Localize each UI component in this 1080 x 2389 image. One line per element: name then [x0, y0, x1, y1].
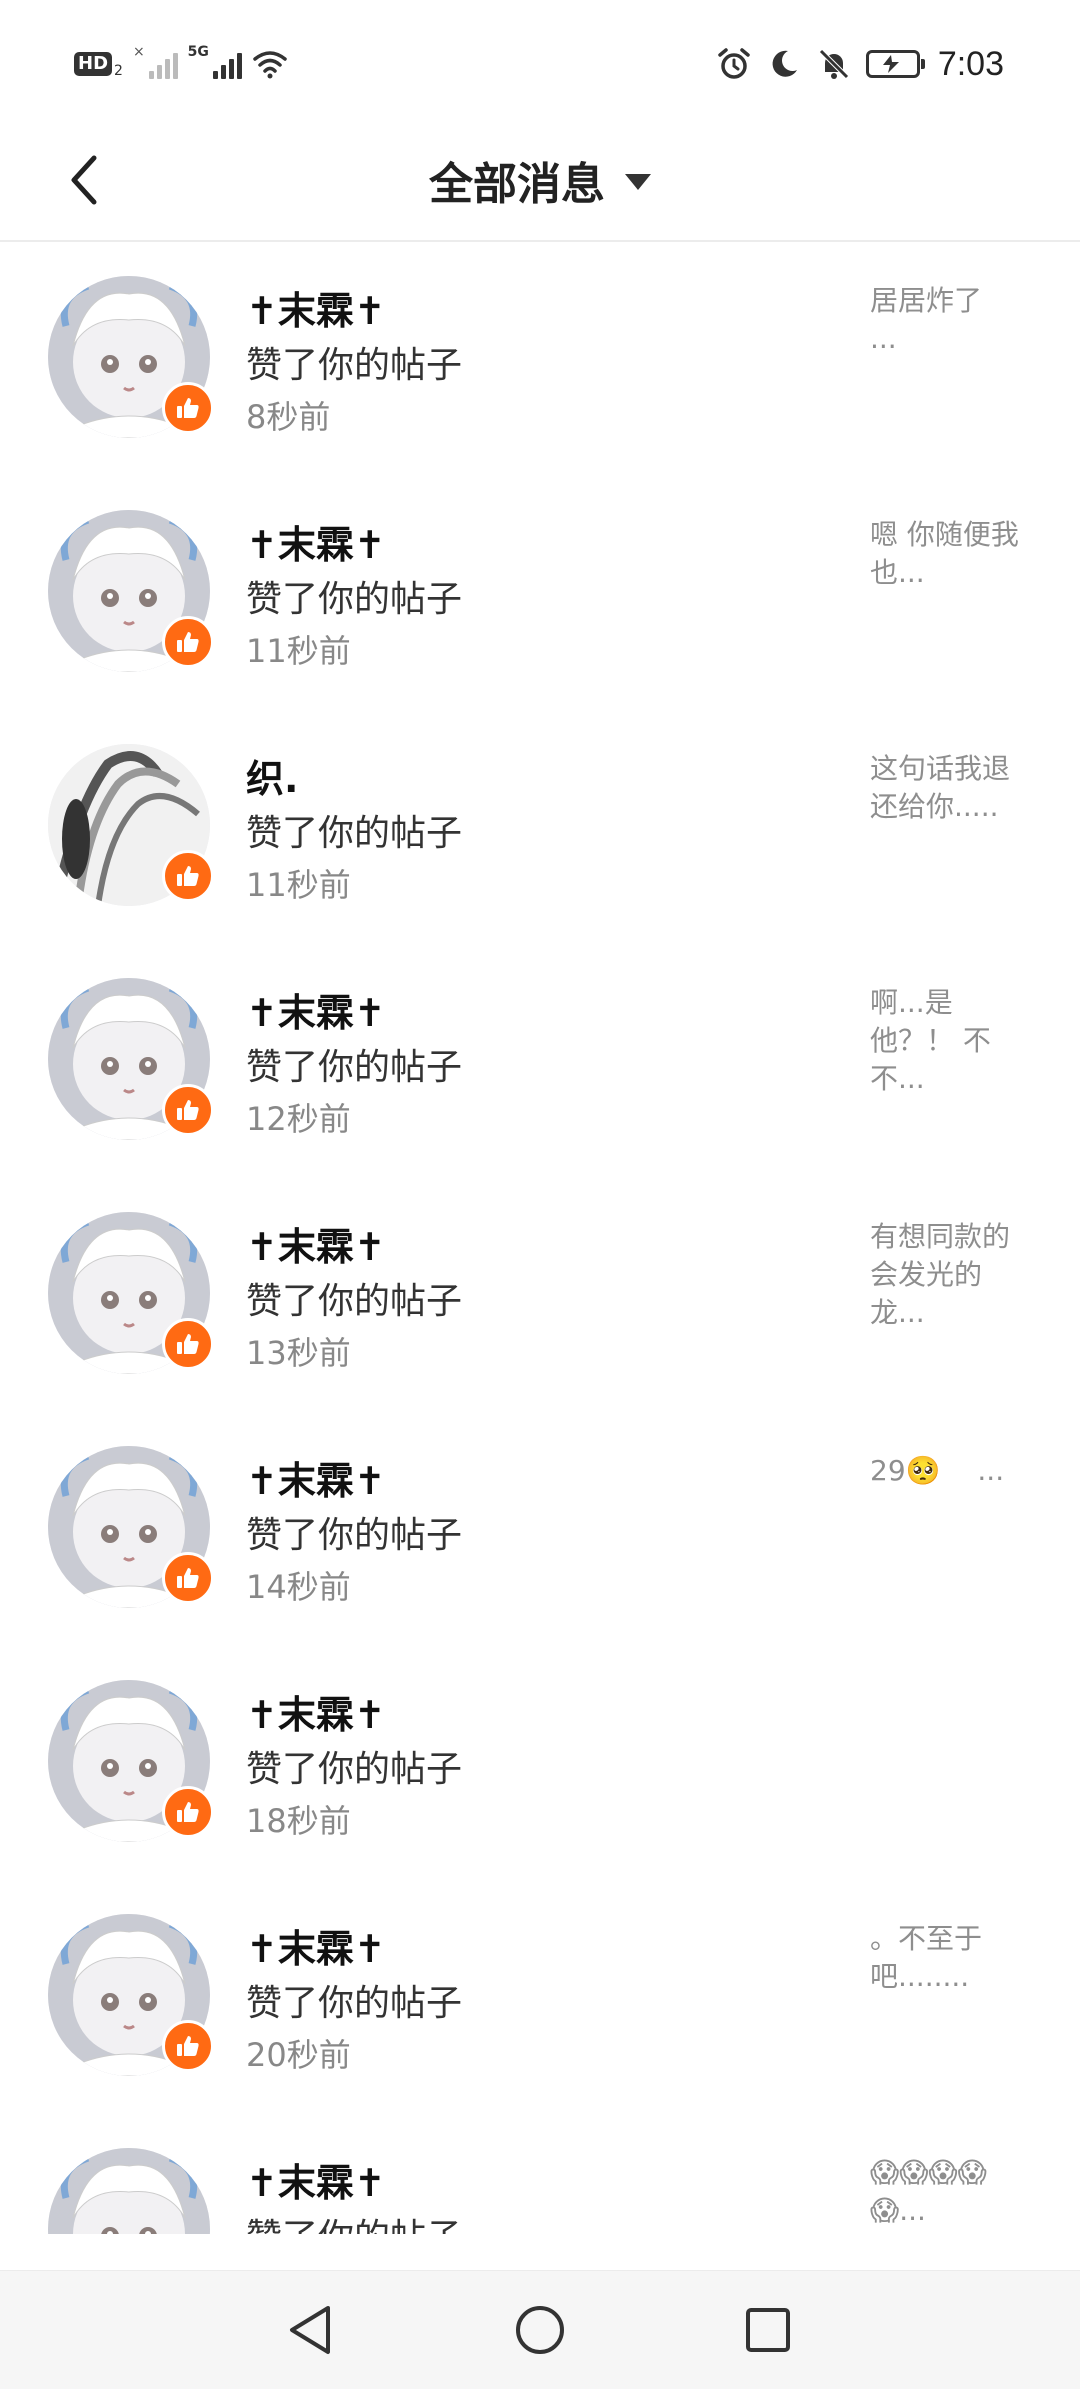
- alarm-icon: [718, 48, 750, 79]
- notification-item[interactable]: ✝末霖✝ 赞了你的帖子 18秒前: [0, 1646, 1080, 1880]
- action-text: 赞了你的帖子: [246, 345, 463, 386]
- post-preview[interactable]: 嗯 你随便我也...: [870, 516, 1036, 592]
- notification-list[interactable]: ✝末霖✝ 赞了你的帖子 8秒前 居居炸了 ... ✝末霖✝ 赞了你的帖子 11秒…: [0, 242, 1080, 2234]
- notification-item[interactable]: ✝末霖✝ 赞了你的帖子 13秒前 有想同款的会发光的龙...: [0, 1178, 1080, 1412]
- like-badge: [162, 1318, 214, 1370]
- timestamp: 14秒前: [246, 1568, 351, 1606]
- avatar-container[interactable]: [48, 276, 214, 438]
- avatar-container[interactable]: [48, 744, 214, 906]
- action-text: 赞了你的帖子: [246, 813, 463, 854]
- action-text: 赞了你的帖子: [246, 1047, 463, 1088]
- avatar-container[interactable]: [48, 978, 214, 1140]
- like-badge: [162, 850, 214, 902]
- notification-item[interactable]: ✝末霖✝ 赞了你的帖子 20秒前 。不至于吧........: [0, 1880, 1080, 2114]
- action-text: 赞了你的帖子: [246, 1983, 463, 2024]
- timestamp: 20秒前: [246, 2036, 351, 2074]
- user-name[interactable]: ✝末霖✝: [246, 1684, 386, 1739]
- action-text: 赞了你的帖子: [246, 2208, 462, 2234]
- nav-home-icon: [516, 2306, 564, 2354]
- notification-item[interactable]: ✝末霖✝ 赞了你的帖子 😱😱😱😱😱...: [0, 2114, 1080, 2234]
- like-badge: [162, 382, 214, 434]
- status-left: HD 2 × 5G: [74, 44, 288, 84]
- user-name[interactable]: ✝末霖✝: [246, 1450, 386, 1505]
- status-time: 7:03: [937, 44, 1004, 83]
- user-name[interactable]: 织.: [246, 748, 298, 803]
- like-badge: [162, 616, 214, 668]
- like-badge: [162, 2020, 214, 2072]
- timestamp: 13秒前: [246, 1334, 351, 1372]
- user-name[interactable]: ✝末霖✝: [246, 1918, 386, 1973]
- action-text: 赞了你的帖子: [246, 579, 463, 620]
- action-text: 赞了你的帖子: [246, 1281, 463, 1322]
- nav-home-button[interactable]: [500, 2293, 580, 2367]
- thumbs-up-icon: [177, 632, 199, 652]
- system-nav-bar: [0, 2270, 1080, 2389]
- avatar-container[interactable]: [48, 1212, 214, 1374]
- user-name[interactable]: ✝末霖✝: [246, 514, 386, 569]
- thumbs-up-icon: [177, 1568, 199, 1588]
- avatar-container[interactable]: [48, 2148, 210, 2234]
- nav-back-button[interactable]: [270, 2293, 350, 2367]
- post-preview[interactable]: 啊...是他？！ 不不...: [870, 984, 1036, 1098]
- post-preview[interactable]: 。不至于吧........: [870, 1920, 1036, 1996]
- post-preview[interactable]: 居居炸了 ...: [870, 282, 1036, 358]
- signal-5g-icon: [212, 49, 242, 79]
- notification-item[interactable]: 织. 赞了你的帖子 11秒前 这句话我退还给你.....: [0, 710, 1080, 944]
- notification-item[interactable]: ✝末霖✝ 赞了你的帖子 14秒前 29🥺 ...: [0, 1412, 1080, 1646]
- timestamp: 11秒前: [246, 866, 351, 904]
- avatar-container[interactable]: [48, 1680, 214, 1842]
- status-right: 7:03: [716, 44, 1004, 84]
- user-name[interactable]: ✝末霖✝: [246, 982, 386, 1037]
- page-title: 全部消息: [429, 159, 605, 210]
- caret-down-icon: [625, 174, 651, 190]
- timestamp: 12秒前: [246, 1100, 351, 1138]
- status-bar: HD 2 × 5G 7:03: [0, 0, 1080, 120]
- moon-icon: [772, 50, 797, 77]
- avatar-container[interactable]: [48, 1446, 214, 1608]
- notification-item[interactable]: ✝末霖✝ 赞了你的帖子 8秒前 居居炸了 ...: [0, 242, 1080, 476]
- avatar-container[interactable]: [48, 510, 214, 672]
- thumbs-up-icon: [177, 1334, 199, 1354]
- no-signal-mark: ×: [132, 44, 145, 60]
- battery-charging-icon: [865, 50, 925, 78]
- hd-sub-label: 2: [114, 63, 123, 79]
- post-preview[interactable]: 😱😱😱😱😱...: [870, 2154, 1036, 2230]
- notification-item[interactable]: ✝末霖✝ 赞了你的帖子 12秒前 啊...是他？！ 不不...: [0, 944, 1080, 1178]
- thumbs-up-icon: [177, 866, 199, 886]
- like-badge: [162, 1084, 214, 1136]
- user-name[interactable]: ✝末霖✝: [246, 2152, 386, 2207]
- notification-item[interactable]: ✝末霖✝ 赞了你的帖子 11秒前 嗯 你随便我也...: [0, 476, 1080, 710]
- avatar: [48, 2148, 210, 2234]
- nav-recents-icon: [746, 2308, 790, 2352]
- post-preview[interactable]: 29🥺 ...: [870, 1452, 1036, 1490]
- timestamp: 11秒前: [246, 632, 351, 670]
- bell-off-icon: [819, 49, 849, 79]
- like-badge: [162, 1552, 214, 1604]
- timestamp: 8秒前: [246, 398, 331, 436]
- thumbs-up-icon: [177, 1802, 199, 1822]
- thumbs-up-icon: [177, 2036, 199, 2056]
- network-label: 5G: [187, 44, 209, 60]
- wifi-icon: [253, 51, 287, 79]
- user-name[interactable]: ✝末霖✝: [246, 1216, 386, 1271]
- user-name[interactable]: ✝末霖✝: [246, 280, 386, 335]
- like-badge: [162, 1786, 214, 1838]
- post-preview[interactable]: 有想同款的会发光的龙...: [870, 1218, 1036, 1332]
- thumbs-up-icon: [177, 1100, 199, 1120]
- hd-icon: HD: [74, 52, 113, 76]
- action-text: 赞了你的帖子: [246, 1749, 463, 1790]
- header: 全部消息: [0, 120, 1080, 242]
- nav-back-icon: [290, 2306, 330, 2354]
- signal-icon: [148, 49, 178, 79]
- post-preview[interactable]: 这句话我退还给你.....: [870, 750, 1036, 826]
- action-text: 赞了你的帖子: [246, 1515, 463, 1556]
- title-dropdown[interactable]: 全部消息: [0, 120, 1080, 240]
- nav-recents-button[interactable]: [728, 2293, 808, 2367]
- avatar-container[interactable]: [48, 1914, 214, 2076]
- thumbs-up-icon: [177, 398, 199, 418]
- timestamp: 18秒前: [246, 1802, 351, 1840]
